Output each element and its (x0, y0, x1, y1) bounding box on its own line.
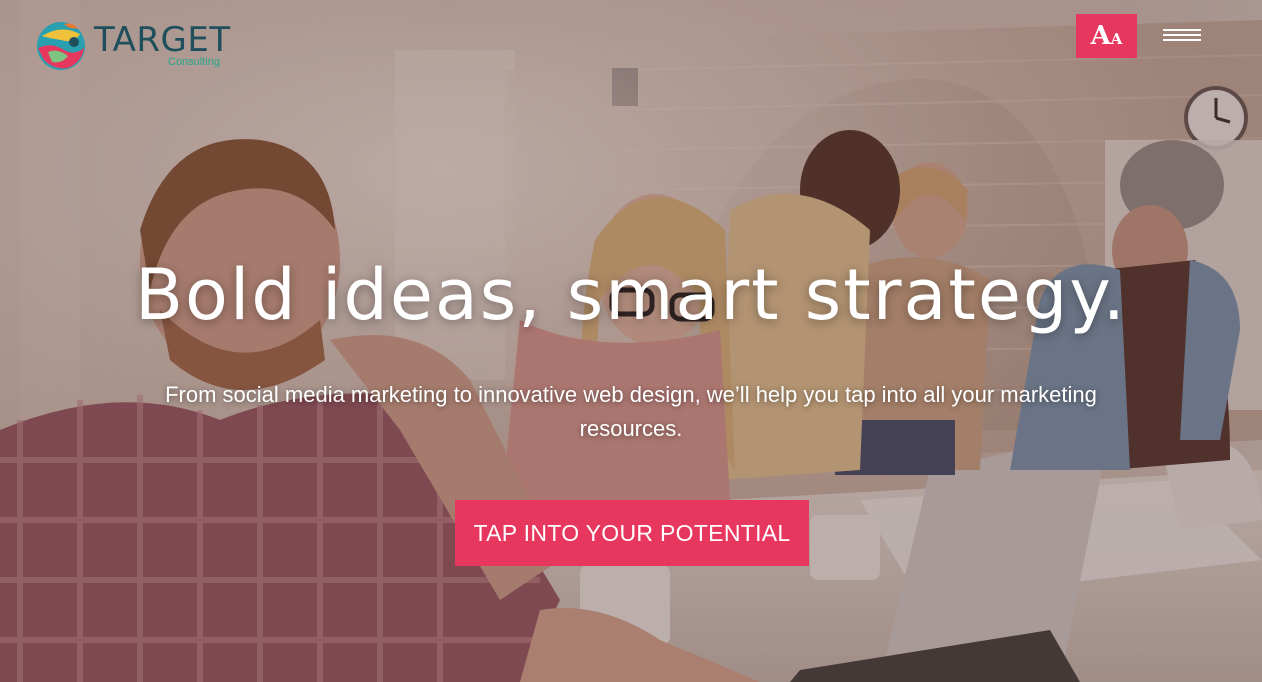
menu-bar-top (1163, 29, 1201, 31)
hero-subheadline: From social media marketing to innovativ… (165, 382, 1097, 441)
brand-name: TARGET (94, 20, 231, 60)
text-size-small-letter: A (1110, 30, 1123, 48)
hero-tint-overlay (0, 0, 1262, 682)
globe-logo-icon (37, 22, 85, 70)
hamburger-icon[interactable] (1162, 24, 1202, 46)
menu-bar-middle (1163, 34, 1201, 36)
hero-headline: Bold ideas, smart strategy. (134, 254, 1128, 336)
text-size-large-letter: A (1090, 21, 1111, 51)
text-size-button[interactable]: AA (1076, 14, 1137, 58)
menu-bar-bottom (1163, 39, 1201, 41)
brand-tagline: Consulting (168, 56, 220, 68)
hero-section: TARGET Consulting AA Bold ideas, smart s… (0, 0, 1262, 682)
cta-button[interactable]: TAP INTO YOUR POTENTIAL (455, 500, 809, 566)
brand-logo[interactable]: TARGET Consulting (34, 18, 244, 74)
